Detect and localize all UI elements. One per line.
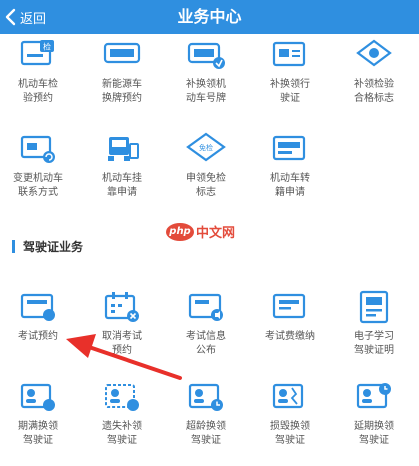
annotation-arrow (66, 334, 182, 380)
